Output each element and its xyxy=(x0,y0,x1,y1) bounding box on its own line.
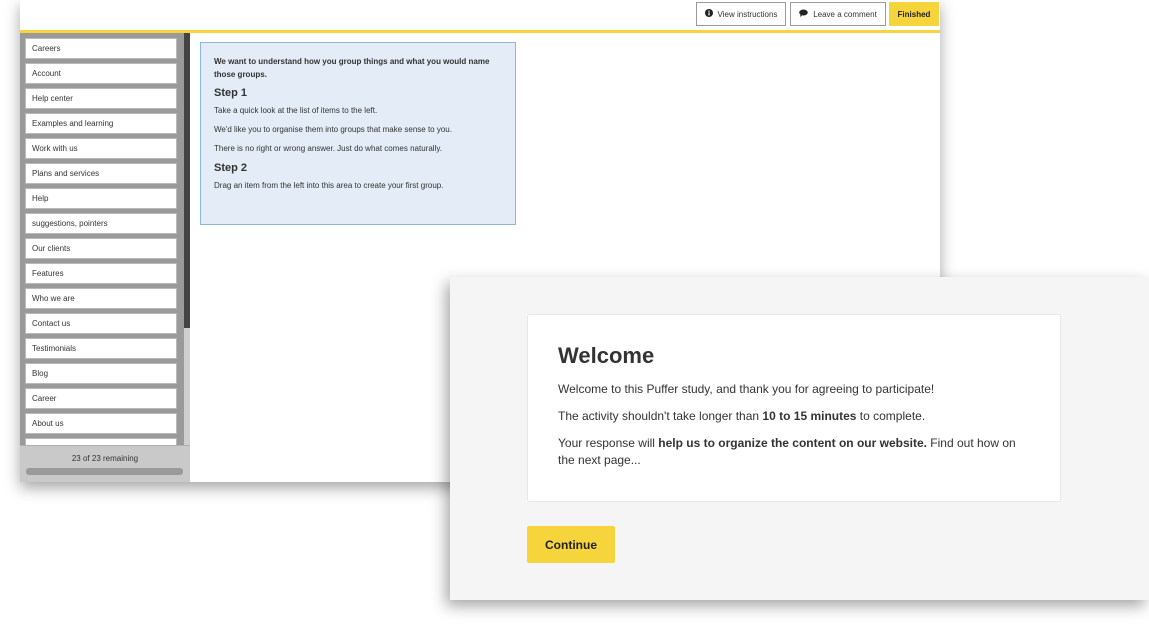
card-item[interactable]: Help center xyxy=(25,88,177,109)
card-list: Careers Account Help center Examples and le… xyxy=(25,38,177,463)
step1-title: Step 1 xyxy=(214,87,248,99)
card-item[interactable]: suggestions, pointers xyxy=(25,213,177,234)
welcome-line3-pre: Your response will xyxy=(558,436,659,450)
instructions-lead: We want to understand how you group thin… xyxy=(214,57,490,79)
welcome-line2-pre: The activity shouldn't take longer than xyxy=(558,409,763,423)
scrollbar-thumb[interactable] xyxy=(184,33,190,328)
step2-line1: Drag an item from the left into this are… xyxy=(214,181,444,190)
card-item[interactable]: Plans and services xyxy=(25,163,177,184)
card-item[interactable]: Help xyxy=(25,188,177,209)
card-list-sidebar: Careers Account Help center Examples and le… xyxy=(20,33,190,482)
welcome-title: Welcome xyxy=(558,343,655,368)
welcome-line1: Welcome to this Puffer study, and thank … xyxy=(558,382,935,396)
sidebar-footer: 23 of 23 remaining xyxy=(20,445,190,482)
card-item[interactable]: Career xyxy=(25,388,177,409)
card-item[interactable]: Our clients xyxy=(25,238,177,259)
info-circle-icon xyxy=(704,9,713,19)
leave-comment-button[interactable]: Leave a comment xyxy=(790,2,886,26)
card-item[interactable]: Examples and learning xyxy=(25,113,177,134)
welcome-window: Welcome Welcome to this Puffer study, an… xyxy=(450,277,1149,600)
welcome-card: Welcome Welcome to this Puffer study, an… xyxy=(527,314,1061,502)
remaining-count: 23 of 23 remaining xyxy=(71,454,139,463)
card-item[interactable]: Work with us xyxy=(25,138,177,159)
card-item[interactable]: Blog xyxy=(25,363,177,384)
card-item[interactable]: Careers xyxy=(25,38,177,59)
welcome-line2-post: to complete. xyxy=(856,409,926,423)
card-item[interactable]: Features xyxy=(25,263,177,284)
card-item[interactable]: About us xyxy=(25,413,177,434)
comment-icon xyxy=(799,9,809,19)
card-item[interactable]: Contact us xyxy=(25,313,177,334)
welcome-line2: The activity shouldn't take longer than … xyxy=(558,408,1030,425)
progress-bar xyxy=(26,468,183,475)
leave-comment-label: Leave a comment xyxy=(813,9,877,19)
card-item[interactable]: Who we are xyxy=(25,288,177,309)
card-item[interactable]: Testimonials xyxy=(25,338,177,359)
instructions-panel[interactable]: We want to understand how you group thin… xyxy=(200,42,516,225)
welcome-line3: Your response will help us to organize t… xyxy=(558,435,1030,469)
view-instructions-button[interactable]: View instructions xyxy=(696,2,786,26)
view-instructions-label: View instructions xyxy=(717,9,778,19)
continue-button[interactable]: Continue xyxy=(527,526,615,563)
top-toolbar: View instructions Leave a comment Finish… xyxy=(20,0,940,33)
welcome-line3-bold: help us to organize the content on our w… xyxy=(658,436,927,450)
progress-fill xyxy=(26,468,183,475)
step2-title: Step 2 xyxy=(214,162,248,174)
step1-line2: We'd like you to organise them into grou… xyxy=(214,125,452,134)
card-item[interactable]: Account xyxy=(25,63,177,84)
welcome-line2-bold: 10 to 15 minutes xyxy=(762,409,857,423)
step1-line3: There is no right or wrong answer. Just … xyxy=(214,144,442,153)
finished-button[interactable]: Finished xyxy=(889,2,939,26)
step1-line1: Take a quick look at the list of items t… xyxy=(214,106,378,115)
